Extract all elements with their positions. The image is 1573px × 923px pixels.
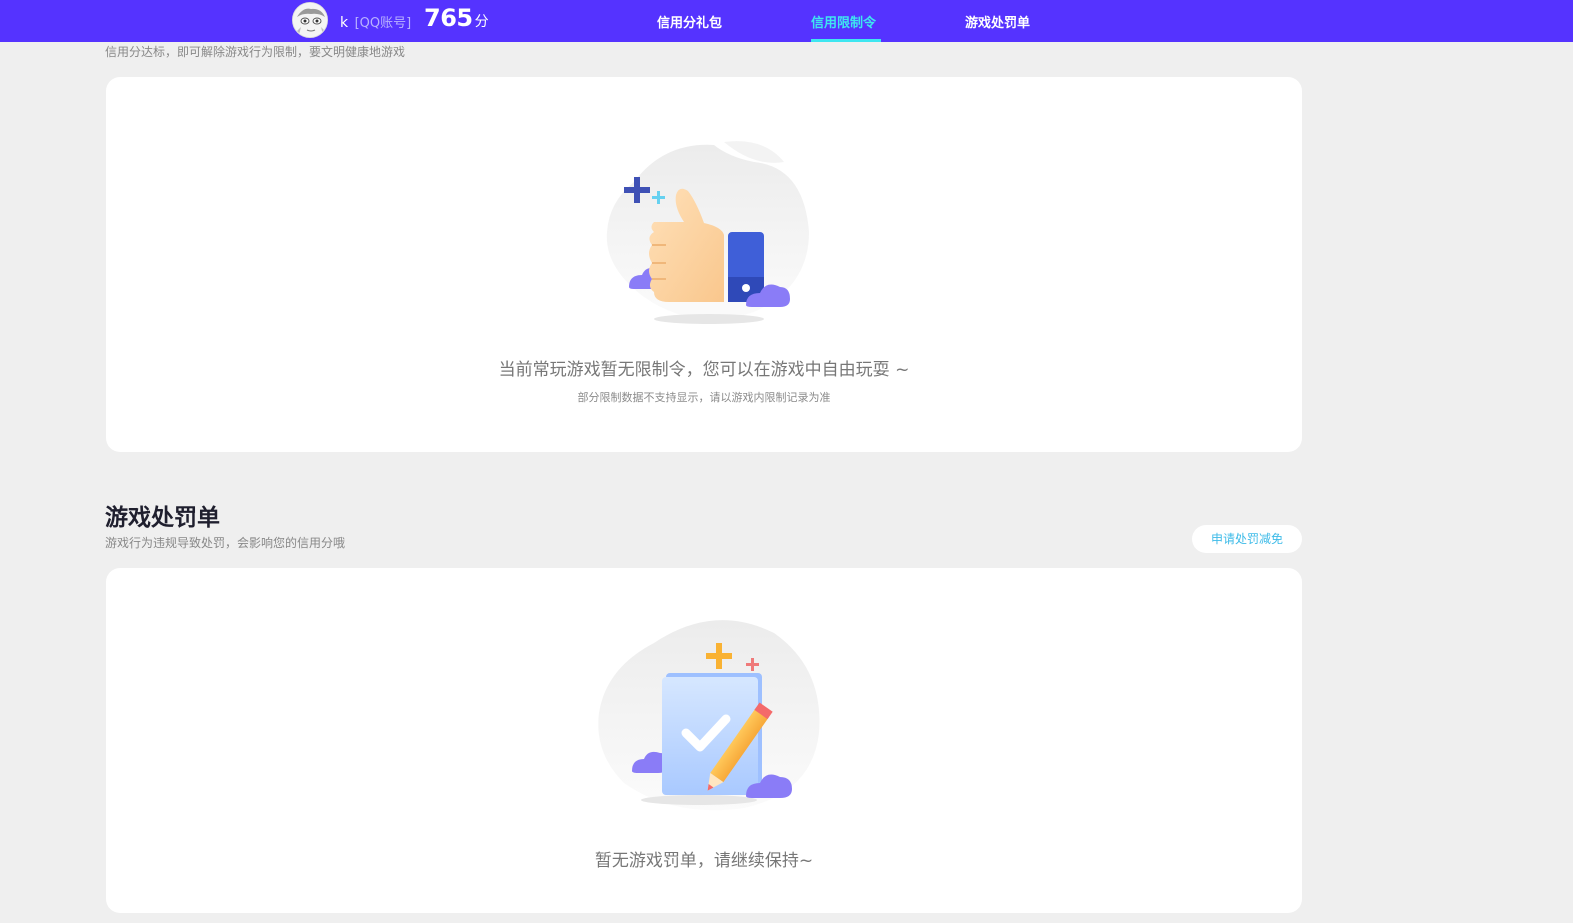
- tab-game-penalty[interactable]: 游戏处罚单: [965, 12, 1030, 31]
- penalty-subtitle: 游戏行为违规导致处罚，会影响您的信用分哦: [105, 536, 346, 550]
- tab-credit-restriction[interactable]: 信用限制令: [811, 12, 876, 31]
- username-text: k: [340, 15, 349, 31]
- tab-credit-gift[interactable]: 信用分礼包: [657, 12, 722, 31]
- penalty-empty-message: 暂无游戏罚单，请继续保持~: [594, 851, 814, 871]
- score-value: 765: [424, 4, 473, 32]
- credit-score: 765 分: [424, 4, 489, 32]
- restriction-subtitle: 信用分达标，即可解除游戏行为限制，要文明健康地游戏: [105, 45, 406, 59]
- score-unit: 分: [474, 14, 489, 30]
- top-nav-bar: k [QQ账号] 765 分 信用分礼包 信用限制令 游戏处罚单: [0, 0, 1573, 42]
- thumbs-up-icon: [606, 141, 809, 324]
- apply-penalty-reduction-button[interactable]: 申请处罚减免: [1192, 525, 1302, 553]
- restriction-empty-note: 部分限制数据不支持显示，请以游戏内限制记录为准: [577, 391, 831, 404]
- penalty-card: 暂无游戏罚单，请继续保持~: [106, 568, 1302, 913]
- account-type: [QQ账号]: [354, 16, 412, 31]
- penalty-section-title: 游戏处罚单: [105, 505, 220, 531]
- active-tab-indicator: [811, 39, 881, 42]
- clipboard-check-icon: [598, 620, 820, 811]
- avatar[interactable]: [292, 2, 328, 38]
- restriction-empty-message: 当前常玩游戏暂无限制令，您可以在游戏中自由玩耍 ~: [498, 360, 910, 380]
- restriction-card: 当前常玩游戏暂无限制令，您可以在游戏中自由玩耍 ~ 部分限制数据不支持显示，请以…: [106, 77, 1302, 452]
- username: k [QQ账号]: [340, 12, 411, 31]
